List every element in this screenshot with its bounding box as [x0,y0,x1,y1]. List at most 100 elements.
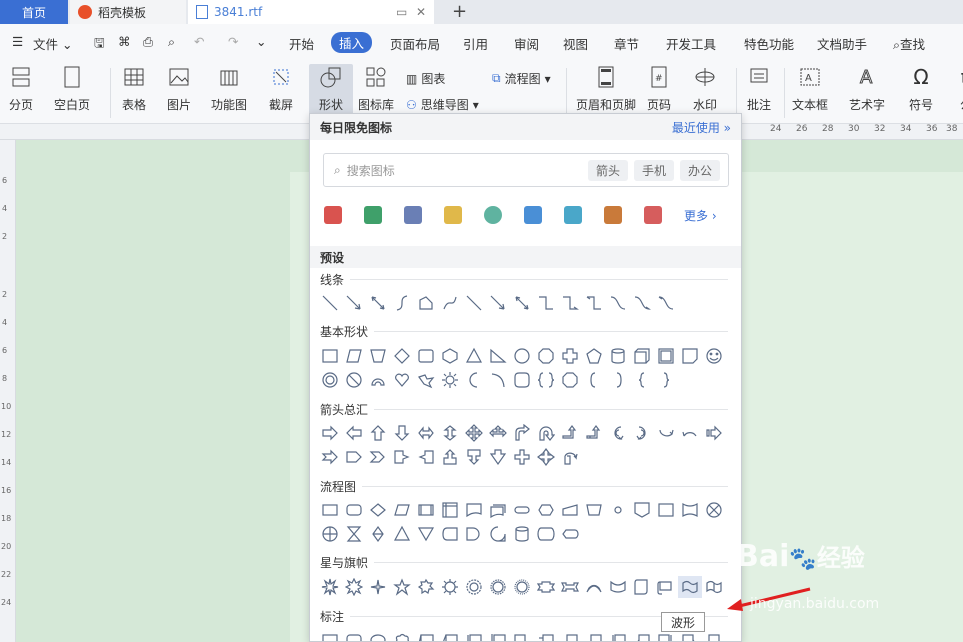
shape-option[interactable] [438,369,462,391]
shape-option[interactable] [318,369,342,391]
shape-option[interactable] [654,499,678,521]
shape-option[interactable] [606,422,630,444]
shape-option[interactable] [606,576,630,598]
menu-reference[interactable]: 引用 [463,34,488,53]
shape-option[interactable] [462,345,486,367]
shape-option[interactable] [438,576,462,598]
shape-option[interactable] [318,345,342,367]
shape-option[interactable] [366,369,390,391]
shape-option[interactable] [558,292,582,314]
free-icon-building[interactable] [364,206,382,224]
shape-option[interactable] [534,292,558,314]
shape-option[interactable] [318,576,342,598]
shape-option[interactable] [534,630,558,641]
shape-option[interactable] [510,576,534,598]
shape-option[interactable] [318,630,342,641]
shape-option[interactable] [366,499,390,521]
chart-button[interactable]: ▥ 图表 [406,70,445,87]
shape-option[interactable] [414,345,438,367]
shape-option[interactable] [510,422,534,444]
tab-home[interactable]: 首页 [0,0,68,24]
shape-option[interactable] [366,446,390,468]
comment-button[interactable]: 批注 [746,64,772,113]
shape-option[interactable] [702,422,726,444]
free-icon-flag[interactable] [324,206,342,224]
shape-option[interactable] [510,499,534,521]
customize-icon[interactable]: ⌄ [256,34,266,49]
shape-option[interactable] [630,630,654,641]
shape-option[interactable] [342,630,366,641]
shape-option[interactable] [486,369,510,391]
shape-option[interactable] [606,292,630,314]
shape-option[interactable] [414,369,438,391]
shape-option[interactable] [438,499,462,521]
picture-button[interactable]: 图片 [166,64,192,113]
shape-option[interactable] [558,523,582,545]
formula-button[interactable]: π公 [953,64,963,113]
shape-option[interactable] [486,576,510,598]
shape-option[interactable] [438,292,462,314]
shape-option[interactable] [438,446,462,468]
shape-option[interactable] [366,576,390,598]
shape-option[interactable] [342,523,366,545]
shape-option[interactable] [534,499,558,521]
shape-option[interactable] [342,499,366,521]
close-tab-icon[interactable]: ✕ [416,5,426,19]
shape-option[interactable] [486,292,510,314]
shape-option[interactable] [678,422,702,444]
shape-option[interactable] [390,576,414,598]
shape-option[interactable] [390,446,414,468]
menu-review[interactable]: 审阅 [514,34,539,53]
shape-option[interactable] [414,292,438,314]
undo-icon[interactable]: ↶ [194,34,204,49]
shape-option[interactable] [558,446,582,468]
shape-option[interactable] [534,576,558,598]
shape-option[interactable] [318,422,342,444]
tab-daoke[interactable]: 稻壳模板 [70,0,186,24]
shape-option[interactable] [534,345,558,367]
shape-option[interactable] [342,369,366,391]
shape-option[interactable] [366,345,390,367]
format-painter-icon[interactable]: ⌘ [118,34,131,49]
shape-option[interactable] [318,446,342,468]
shape-option[interactable] [462,499,486,521]
menu-doc-assistant[interactable]: 文档助手 [817,34,867,53]
shape-option[interactable] [342,422,366,444]
shape-option[interactable] [630,422,654,444]
shape-option[interactable] [558,499,582,521]
shape-option[interactable] [462,369,486,391]
shape-option[interactable] [462,292,486,314]
shape-option[interactable] [342,292,366,314]
free-icon-hammer[interactable] [404,206,422,224]
shape-option[interactable] [702,630,726,641]
header-footer-button[interactable]: 页眉和页脚 [576,64,636,113]
shape-option[interactable] [606,345,630,367]
menu-special[interactable]: 特色功能 [744,34,794,53]
shape-option[interactable] [486,499,510,521]
menu-search[interactable]: ⌕查找 [893,34,925,53]
shape-option[interactable] [462,630,486,641]
shape-option[interactable] [318,499,342,521]
shape-option[interactable] [702,576,726,598]
shape-option[interactable] [606,499,630,521]
print-icon[interactable]: ⎙ [143,34,153,50]
shape-option[interactable] [558,576,582,598]
shape-option[interactable] [486,446,510,468]
new-tab-icon[interactable]: + [452,1,467,22]
shape-option[interactable] [486,345,510,367]
function-chart-button[interactable]: 功能图 [211,64,247,113]
menu-file[interactable]: 文件 ⌄ [33,34,72,53]
free-icon-lock[interactable] [444,206,462,224]
shape-option[interactable] [486,422,510,444]
shape-option[interactable] [558,422,582,444]
shape-option[interactable] [606,369,630,391]
shape-option[interactable] [486,630,510,641]
page-number-button[interactable]: # 页码 [646,64,672,113]
free-icon-scientist[interactable] [604,206,622,224]
shape-option[interactable] [318,292,342,314]
shape-option[interactable] [630,369,654,391]
shape-option[interactable] [510,523,534,545]
table-button[interactable]: 表格 [121,64,147,113]
shape-option[interactable] [510,630,534,641]
shape-option[interactable] [414,576,438,598]
